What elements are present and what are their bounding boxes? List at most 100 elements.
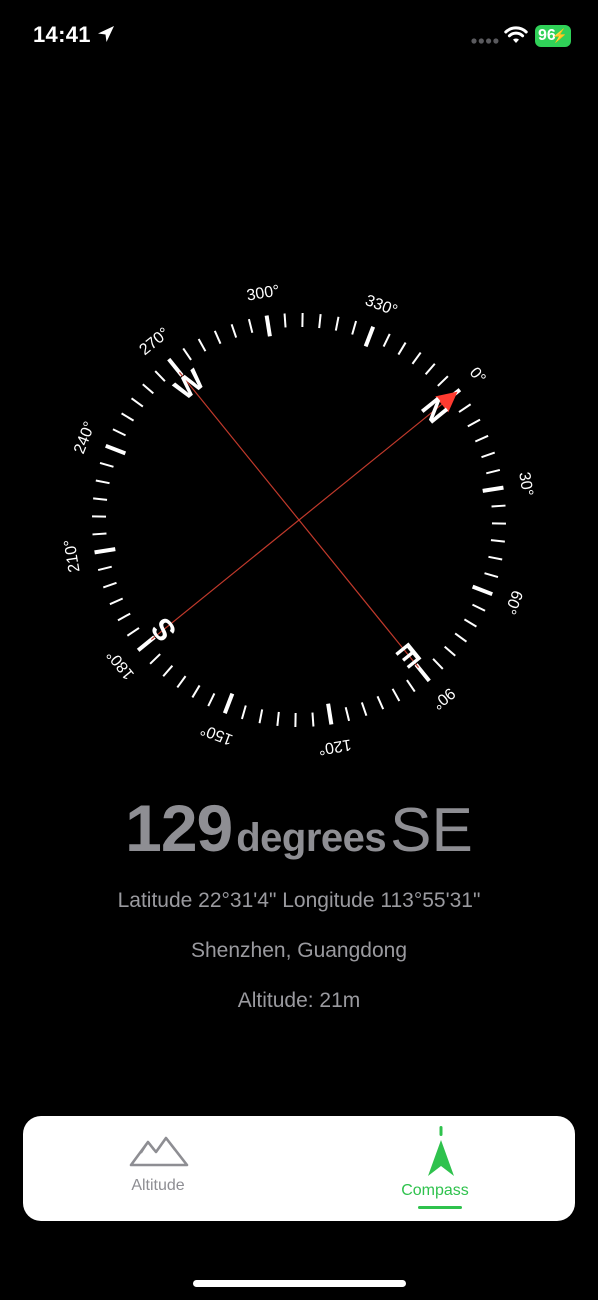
altitude-text: Altitude: 21m bbox=[237, 989, 361, 1012]
compass-minor-tick bbox=[376, 695, 385, 710]
compass-minor-tick bbox=[95, 479, 110, 485]
compass-major-tick bbox=[482, 485, 504, 493]
compass-minor-tick bbox=[109, 597, 124, 606]
compass-minor-tick bbox=[247, 318, 254, 333]
home-indicator[interactable] bbox=[193, 1280, 406, 1287]
compass-degree-label: 300° bbox=[245, 283, 280, 305]
compass-major-tick bbox=[105, 443, 127, 456]
compass-minor-tick bbox=[488, 555, 503, 561]
compass-minor-tick bbox=[474, 434, 489, 443]
cellular-signal-icon bbox=[471, 38, 499, 44]
status-time: 14:41 bbox=[33, 22, 91, 47]
compass-minor-tick bbox=[311, 712, 315, 727]
compass-minor-tick bbox=[102, 581, 117, 589]
tab-label-altitude: Altitude bbox=[131, 1177, 185, 1194]
compass-minor-tick bbox=[213, 330, 222, 345]
heading-value: 129 bbox=[125, 791, 233, 865]
compass-minor-tick bbox=[92, 532, 107, 536]
compass-minor-tick bbox=[112, 428, 126, 437]
compass-needle-icon bbox=[428, 1126, 454, 1176]
tab-label-compass: Compass bbox=[401, 1182, 469, 1199]
compass-minor-tick bbox=[351, 320, 358, 335]
compass-minor-tick bbox=[142, 383, 154, 395]
compass-minor-tick bbox=[424, 363, 436, 375]
compass-minor-tick bbox=[99, 461, 114, 468]
compass-minor-tick bbox=[391, 688, 401, 702]
compass-degree-label: 210° bbox=[62, 538, 84, 573]
compass-minor-tick bbox=[191, 684, 201, 698]
compass-ew-line bbox=[178, 371, 420, 669]
compass-minor-tick bbox=[458, 403, 472, 413]
compass-degree-label: 0° bbox=[466, 364, 489, 387]
compass-degree-label: 330° bbox=[363, 292, 400, 320]
compass-degree-label: 270° bbox=[137, 325, 173, 359]
compass-major-tick bbox=[264, 315, 272, 337]
compass-minor-tick bbox=[318, 314, 322, 329]
compass-minor-tick bbox=[397, 342, 407, 356]
compass-minor-tick bbox=[486, 468, 501, 475]
compass-minor-tick bbox=[240, 705, 247, 720]
compass-minor-tick bbox=[411, 351, 422, 365]
compass-degree-label: 30° bbox=[515, 471, 536, 498]
compass-dial[interactable]: 0° 30° 60° 90° 120° 150° 180° 210° 240° 270° 300° 3… bbox=[0, 200, 598, 840]
compass-minor-tick bbox=[258, 709, 264, 724]
compass-minor-tick bbox=[484, 572, 499, 579]
compass-minor-tick bbox=[230, 323, 238, 338]
compass-minor-tick bbox=[490, 539, 505, 543]
coordinates-text: Latitude 22°31'4" Longitude 113°55'31" bbox=[117, 889, 481, 912]
active-tab-indicator bbox=[418, 1206, 462, 1209]
compass-minor-tick bbox=[276, 711, 280, 726]
compass-minor-tick bbox=[149, 653, 161, 665]
wifi-icon bbox=[504, 26, 528, 43]
heading-direction: SE bbox=[390, 796, 473, 865]
compass-minor-tick bbox=[121, 412, 135, 422]
compass-major-tick bbox=[363, 326, 376, 348]
compass-minor-tick bbox=[207, 693, 216, 707]
heading-unit: degrees bbox=[236, 816, 387, 860]
charging-bolt-icon: ⚡ bbox=[551, 28, 568, 43]
compass-minor-tick bbox=[117, 612, 131, 622]
compass-minor-tick bbox=[382, 333, 391, 347]
compass-major-tick bbox=[94, 547, 116, 555]
compass-degree-label: 180° bbox=[104, 646, 138, 682]
compass-minor-tick bbox=[491, 504, 506, 508]
compass-minor-tick bbox=[472, 603, 486, 612]
compass-minor-tick bbox=[444, 645, 456, 657]
compass-minor-tick bbox=[197, 338, 207, 352]
location-arrow-icon bbox=[98, 26, 114, 42]
compass-minor-tick bbox=[283, 313, 287, 328]
compass-degree-label: 120° bbox=[317, 735, 352, 757]
compass-minor-tick bbox=[97, 565, 112, 572]
tab-bar: Altitude Compass bbox=[23, 1116, 575, 1221]
compass-minor-tick bbox=[176, 675, 187, 689]
compass-minor-tick bbox=[467, 418, 481, 428]
compass-minor-tick bbox=[344, 707, 351, 722]
tab-compass[interactable]: Compass bbox=[299, 1116, 575, 1221]
tab-altitude[interactable]: Altitude bbox=[23, 1116, 299, 1221]
compass-major-tick bbox=[326, 703, 334, 725]
city-text: Shenzhen, Guangdong bbox=[190, 939, 408, 962]
compass-degree-label: 150° bbox=[198, 720, 235, 748]
compass-major-tick bbox=[471, 584, 493, 597]
compass-minor-tick bbox=[437, 375, 449, 387]
mountains-icon bbox=[129, 1136, 189, 1167]
compass-minor-tick bbox=[334, 316, 340, 331]
compass-degree-label: 90° bbox=[429, 684, 459, 712]
compass-minor-tick bbox=[432, 658, 444, 670]
compass-degree-label: 60° bbox=[501, 588, 526, 617]
compass-major-tick bbox=[222, 692, 235, 714]
compass-minor-tick bbox=[360, 702, 368, 717]
compass-minor-tick bbox=[93, 497, 108, 501]
heading-readout: 129 degreesSE bbox=[0, 790, 598, 866]
compass-minor-tick bbox=[162, 665, 174, 677]
compass-minor-tick bbox=[182, 347, 192, 361]
compass-minor-tick bbox=[481, 451, 496, 459]
compass-minor-tick bbox=[126, 627, 140, 637]
compass-minor-tick bbox=[454, 632, 468, 643]
status-bar: 14:41 96 ⚡ bbox=[0, 0, 598, 70]
compass-minor-tick bbox=[463, 618, 477, 628]
compass-degree-label: 240° bbox=[71, 419, 99, 456]
compass-minor-tick bbox=[154, 370, 166, 382]
battery-indicator: 96 ⚡ bbox=[535, 25, 571, 47]
compass-minor-tick bbox=[406, 679, 416, 693]
